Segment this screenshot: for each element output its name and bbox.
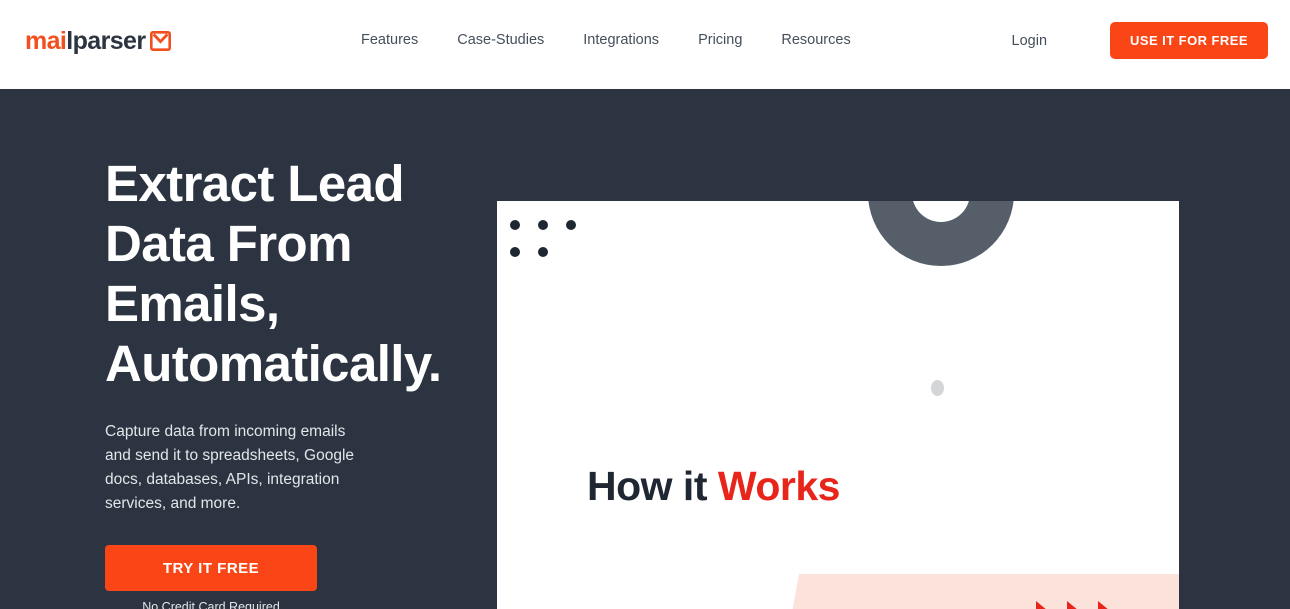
dot-icon (510, 247, 520, 257)
nav-item-pricing[interactable]: Pricing (698, 31, 742, 49)
hero-copy-block: Extract Lead Data From Emails, Automatic… (105, 154, 475, 609)
use-it-for-free-button[interactable]: USE IT FOR FREE (1110, 22, 1268, 59)
nav-item-case-studies[interactable]: Case-Studies (457, 31, 544, 49)
site-logo[interactable]: mailparser (25, 27, 172, 55)
play-arrow-icon (1098, 601, 1121, 609)
logo-text-dark: lparser (66, 27, 146, 55)
donut-ring-shape (868, 201, 1014, 266)
play-arrows-group (1036, 601, 1121, 609)
how-it-works-video-panel[interactable]: How it Works (497, 201, 1179, 609)
hero-section: Extract Lead Data From Emails, Automatic… (0, 89, 1290, 609)
dot-icon (538, 247, 548, 257)
envelope-icon (150, 30, 172, 51)
logo-wordmark: mailparser (25, 27, 146, 55)
small-circle-shape (931, 380, 944, 396)
no-credit-card-note: No Credit Card Required (142, 600, 280, 609)
dot-grid-decoration (510, 220, 586, 260)
site-header: mailparser Features Case-Studies Integra… (0, 0, 1290, 89)
nav-item-resources[interactable]: Resources (781, 31, 850, 49)
hero-subtext: Capture data from incoming emails and se… (105, 423, 355, 512)
pink-angled-band (782, 574, 1179, 609)
nav-item-integrations[interactable]: Integrations (583, 31, 659, 49)
dot-icon (538, 220, 548, 230)
login-link[interactable]: Login (1012, 32, 1047, 50)
logo-text-orange: mai (25, 27, 67, 55)
how-it-works-heading-red: Works (717, 463, 841, 509)
try-it-free-button[interactable]: TRY IT FREE (105, 545, 317, 591)
play-arrow-icon (1067, 601, 1090, 609)
landing-page: mailparser Features Case-Studies Integra… (0, 0, 1290, 609)
nav-item-features[interactable]: Features (361, 31, 418, 49)
header-actions: Login USE IT FOR FREE (1012, 22, 1268, 59)
how-it-works-heading-dark: How it (587, 463, 707, 509)
dot-icon (566, 220, 576, 230)
how-it-works-heading: How it Works (587, 462, 840, 510)
play-arrow-icon (1036, 601, 1059, 609)
hero-headline: Extract Lead Data From Emails, Automatic… (105, 155, 442, 392)
main-navigation: Features Case-Studies Integrations Prici… (361, 31, 851, 49)
dot-icon (510, 220, 520, 230)
